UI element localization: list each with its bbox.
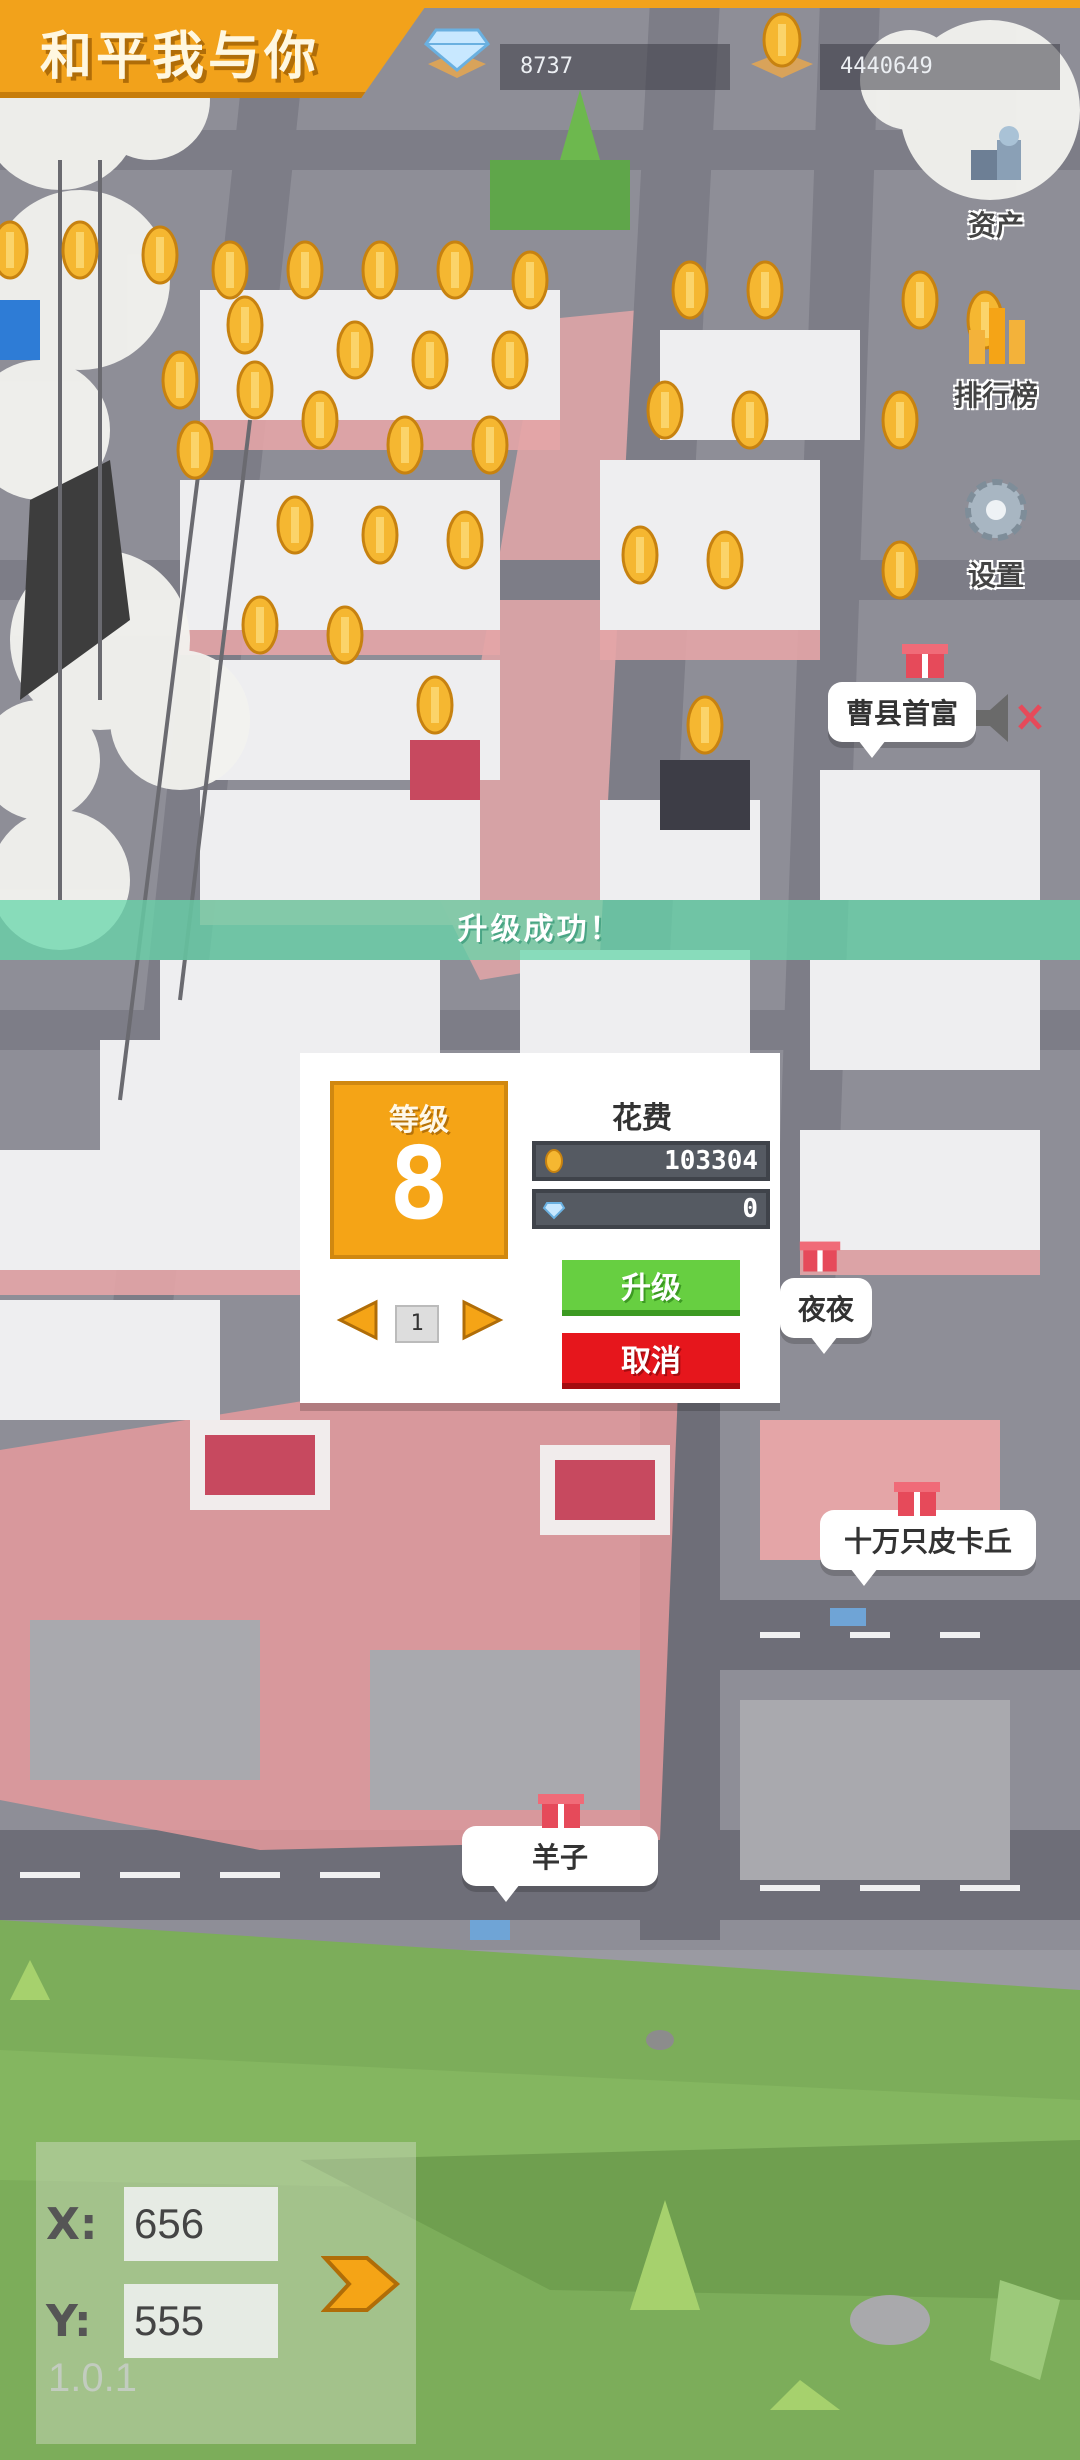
coin-collectible[interactable] — [161, 350, 199, 410]
coin-collectible[interactable] — [176, 420, 214, 480]
coin-collectible[interactable] — [416, 675, 454, 735]
gift-icon — [799, 1241, 841, 1272]
coin-collectible[interactable] — [746, 260, 784, 320]
coin-cost-value: 103304 — [664, 1146, 758, 1176]
coin-collectible[interactable] — [336, 320, 374, 380]
cost-title: 花费 — [612, 1101, 672, 1136]
player-tag-label: 曹县首富 — [846, 697, 959, 730]
upgrade-dialog: 等级 8 花费 103304 0 1 升级 取消 — [300, 1053, 780, 1403]
player-tag-yeye[interactable]: 夜夜 — [780, 1278, 873, 1354]
coin-collectible[interactable] — [646, 380, 684, 440]
version-label: 1.0.1 — [48, 2356, 137, 2400]
coin-collectible[interactable] — [361, 505, 399, 565]
level-card: 等级 8 — [330, 1081, 508, 1259]
coin-collectible[interactable] — [141, 225, 179, 285]
coin-collectible[interactable] — [881, 390, 919, 450]
quantity-display: 1 — [395, 1305, 439, 1343]
player-tag-label: 羊子 — [531, 1841, 588, 1874]
coin-collectible[interactable] — [706, 530, 744, 590]
coin-collectible[interactable] — [491, 330, 529, 390]
coin-collectible[interactable] — [226, 295, 264, 355]
player-tag-label: 十万只皮卡丘 — [843, 1525, 1012, 1558]
coin-collectible[interactable] — [471, 415, 509, 475]
car — [830, 1608, 866, 1626]
player-tag-label: 夜夜 — [798, 1293, 855, 1326]
gift-icon — [902, 644, 948, 678]
top-bar: 和平我与你 8737 4440649 — [0, 0, 1080, 110]
car — [470, 1920, 510, 1940]
coin-cost-bar: 103304 — [532, 1141, 770, 1181]
gems-counter: 8737 — [500, 44, 730, 90]
coin-collectible[interactable] — [901, 270, 939, 330]
player-name: 和平我与你 — [40, 27, 321, 87]
speaker-muted-icon[interactable] — [970, 688, 1050, 748]
coin-collectible[interactable] — [361, 240, 399, 300]
arrow-left-icon[interactable] — [336, 1298, 380, 1342]
coin-collectible[interactable] — [276, 495, 314, 555]
y-coordinate-input[interactable] — [124, 2284, 278, 2358]
y-label: Y: — [46, 2296, 92, 2347]
coin-collectible[interactable] — [386, 415, 424, 475]
assets-button[interactable]: 资产 — [936, 120, 1056, 244]
coin-collectible[interactable] — [881, 540, 919, 600]
gear-icon — [965, 479, 1027, 541]
assets-label: 资产 — [967, 209, 1024, 242]
coin-collectible[interactable] — [286, 240, 324, 300]
coin-collectible[interactable] — [236, 360, 274, 420]
gem-cost-value: 0 — [742, 1194, 758, 1224]
coin-collectible[interactable] — [671, 260, 709, 320]
coin-icon — [545, 1149, 563, 1173]
arrow-right-icon[interactable] — [460, 1298, 504, 1342]
coin-collectible[interactable] — [211, 240, 249, 300]
coin-collectible[interactable] — [686, 695, 724, 755]
coin-icon — [751, 12, 813, 78]
x-label: X: — [46, 2199, 98, 2250]
diamond-icon — [542, 1202, 566, 1220]
coin-collectible[interactable] — [731, 390, 769, 450]
gift-icon — [538, 1794, 584, 1828]
coin-collectible[interactable] — [326, 605, 364, 665]
ranking-button[interactable]: 排行榜 — [936, 290, 1056, 414]
gem-cost-bar: 0 — [532, 1189, 770, 1229]
cancel-button[interactable]: 取消 — [562, 1333, 740, 1383]
coin-collectible[interactable] — [446, 510, 484, 570]
coin-collectible[interactable] — [621, 525, 659, 585]
upgrade-button[interactable]: 升级 — [562, 1260, 740, 1310]
ranking-label: 排行榜 — [953, 379, 1038, 412]
coin-collectible[interactable] — [0, 220, 29, 280]
coordinate-panel: X: Y: 1.0.1 — [36, 2142, 416, 2444]
coins-value: 4440649 — [840, 54, 933, 79]
coin-collectible[interactable] — [411, 330, 449, 390]
x-coordinate-input[interactable] — [124, 2187, 278, 2261]
ranking-icon — [969, 308, 1025, 364]
player-tag-yangzi[interactable]: 羊子 — [462, 1826, 658, 1902]
diamond-icon — [423, 28, 491, 78]
coin-collectible[interactable] — [301, 390, 339, 450]
coin-collectible[interactable] — [511, 250, 549, 310]
gems-value: 8737 — [520, 54, 573, 79]
settings-button[interactable]: 设置 — [936, 470, 1056, 594]
level-value: 8 — [388, 1125, 450, 1242]
settings-label: 设置 — [967, 559, 1024, 592]
park-lot — [490, 160, 630, 230]
player-tag-cao-county[interactable]: 曹县首富 — [828, 682, 977, 758]
coin-collectible[interactable] — [61, 220, 99, 280]
upgrade-success-banner: 升级成功！ — [0, 900, 1080, 960]
assets-icon — [971, 126, 1021, 180]
go-arrow-icon[interactable] — [321, 2252, 401, 2316]
gift-icon — [894, 1482, 940, 1516]
coins-counter: 4440649 — [820, 44, 1060, 90]
coin-collectible[interactable] — [436, 240, 474, 300]
coin-collectible[interactable] — [241, 595, 279, 655]
